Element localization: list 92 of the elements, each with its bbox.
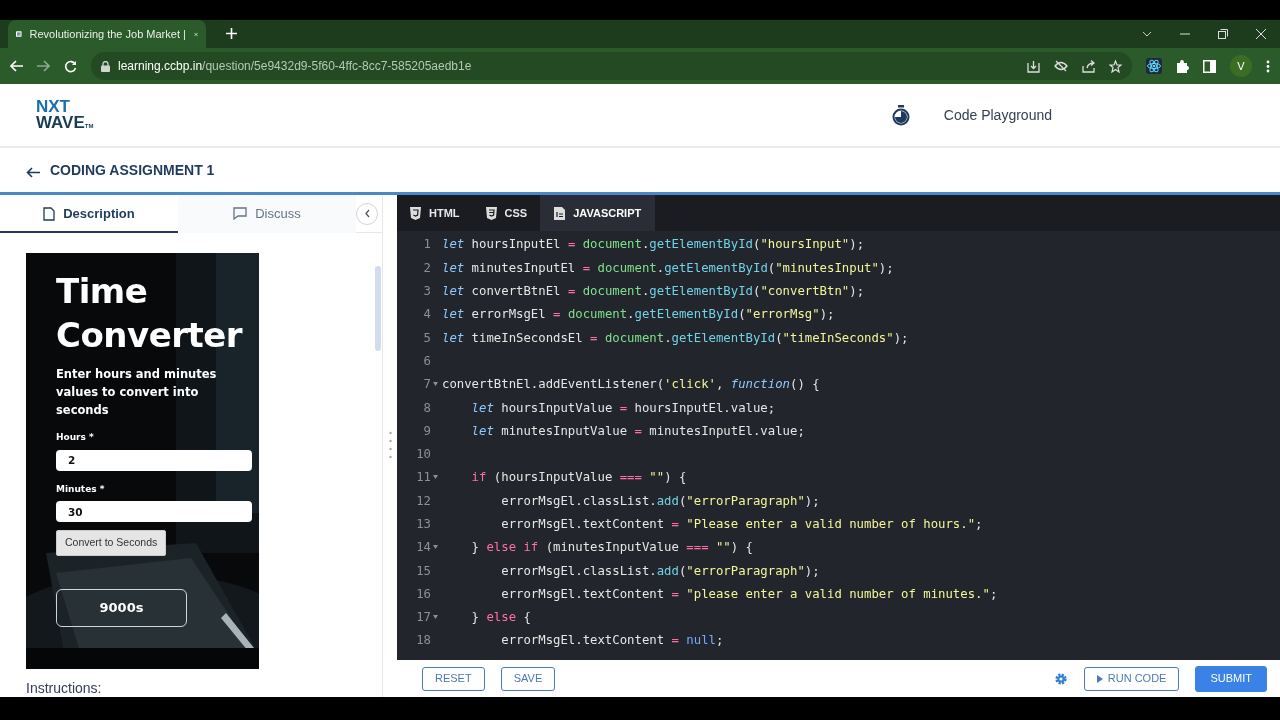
code-line: } else if (minutesInputValue === "") {	[470, 539, 753, 557]
line-number: 18	[415, 632, 431, 650]
install-icon[interactable]	[1027, 59, 1040, 73]
star-icon[interactable]	[1109, 59, 1122, 73]
shield-icon	[485, 206, 497, 220]
code-line: if (hoursInputValue === "") {	[470, 469, 687, 487]
code-playground-label[interactable]: Code Playground	[943, 104, 1052, 126]
line-number: 2	[422, 259, 431, 277]
line-number: 10	[415, 446, 431, 464]
fold-icon[interactable]	[433, 382, 438, 387]
code-line: let timeInSecondsEl = document.getElementById("timeInSeconds");	[442, 329, 909, 347]
browser-tab[interactable]: Revolutionizing the Job Market |	[8, 20, 206, 48]
input-field[interactable]: 30	[56, 501, 252, 522]
dropdown-icon[interactable]	[1142, 31, 1152, 37]
action-button[interactable]: RESET	[422, 666, 485, 691]
editor-tab[interactable]: CSS	[472, 195, 541, 231]
stopwatch-icon[interactable]	[891, 104, 910, 126]
fold-icon[interactable]	[433, 475, 438, 480]
scrollbar-thumb[interactable]	[375, 266, 381, 351]
code-line: let hoursInputEl = document.getElementById("hoursInput");	[442, 236, 865, 254]
back-icon[interactable]	[10, 60, 23, 72]
code-line: errorMsgEl.textContent = "please enter a valid number of minutes.";	[500, 585, 998, 603]
field-label: Minutes *	[56, 482, 106, 496]
instructions-heading: Instructions:	[26, 679, 103, 697]
fold-icon[interactable]	[433, 545, 438, 550]
code-line: errorMsgEl.textContent = null;	[500, 632, 724, 650]
line-number: 5	[422, 329, 431, 347]
collapse-button[interactable]	[356, 202, 378, 225]
line-number: 8	[422, 399, 431, 417]
run-code-button[interactable]: RUN CODE	[1083, 666, 1180, 691]
convert-button[interactable]: Convert to Seconds	[56, 530, 167, 556]
code-line: let errorMsgEl = document.getElementById("errorMsg");	[442, 306, 835, 324]
chevron-icon	[363, 209, 371, 218]
line-number: 11	[415, 469, 431, 487]
code-line: let minutesInputValue = minutesInputEl.value;	[470, 422, 805, 440]
more-icon[interactable]	[1266, 59, 1270, 73]
settings-icon[interactable]	[1053, 671, 1068, 686]
line-number: 16	[415, 585, 431, 603]
line-number: 9	[422, 422, 431, 440]
action-button[interactable]: SAVE	[500, 666, 556, 691]
assignment-title: CODING ASSIGNMENT 1	[50, 160, 215, 180]
fold-icon[interactable]	[433, 615, 438, 620]
tab-title: Revolutionizing the Job Market |	[29, 26, 186, 42]
shield-icon	[410, 206, 421, 220]
line-number: 4	[422, 306, 431, 324]
reload-icon[interactable]	[64, 59, 77, 73]
submit-button[interactable]: SUBMIT	[1195, 665, 1267, 692]
field-label: Hours *	[56, 431, 95, 444]
code-line: let convertBtnEl = document.getElementById("convertBtn");	[442, 283, 865, 300]
editor-tab[interactable]: JAVASCRIPT	[540, 195, 656, 231]
code-line: } else {	[470, 609, 531, 627]
address-bar[interactable]: learning.ccbp.in/question/5e9432d9-5f60-4ffc-8cc7-585205aedb1e	[91, 52, 1132, 80]
line-number: 17	[415, 609, 431, 627]
line-number: 15	[415, 562, 431, 580]
code-line: errorMsgEl.classList.add("errorParagraph");	[500, 562, 820, 580]
panel-tab[interactable]: Discuss	[178, 194, 356, 233]
maximize-icon[interactable]	[1218, 29, 1228, 39]
puzzle-icon[interactable]	[1176, 59, 1189, 73]
line-number: 13	[415, 516, 431, 533]
url-path: /question/5e9432d9-5f60-4ffc-8cc7-585205aedb1e	[202, 59, 472, 73]
app-heading: Time Converter	[56, 270, 244, 357]
atom-icon[interactable]	[1146, 58, 1162, 74]
line-number: 6	[422, 352, 431, 370]
editor-tab[interactable]: HTML	[397, 195, 473, 231]
line-number: 14	[415, 539, 431, 557]
code-line: errorMsgEl.classList.add("errorParagraph");	[500, 492, 820, 510]
code-line: let hoursInputValue = hoursInputEl.value;	[470, 399, 776, 417]
input-field[interactable]: 2	[56, 449, 252, 471]
line-number: 12	[415, 492, 431, 510]
play-icon	[1096, 674, 1103, 683]
chat-icon	[233, 207, 248, 220]
profile-avatar[interactable]: V	[1230, 55, 1252, 77]
line-number: 3	[422, 283, 431, 300]
code-line: let minutesInputEl = document.getElementById("minutesInput");	[442, 259, 894, 277]
forward-icon[interactable]	[37, 60, 50, 72]
file-icon	[554, 206, 566, 220]
favicon-icon	[16, 28, 22, 40]
share-icon[interactable]	[1082, 59, 1095, 73]
code-line: errorMsgEl.textContent = "Please enter a valid number of hours.";	[500, 516, 983, 533]
lock-icon	[101, 60, 110, 72]
new-tab-icon[interactable]	[226, 28, 237, 39]
app-description: Enter hours and minutes values to convert into seconds	[56, 366, 218, 419]
eye-off-icon[interactable]	[1054, 60, 1068, 72]
back-arrow-icon[interactable]	[26, 166, 40, 178]
url-host: learning.ccbp.in	[118, 59, 203, 73]
result-display: 9000s	[56, 588, 187, 627]
close-icon[interactable]	[1256, 29, 1266, 39]
line-number: 1	[422, 236, 431, 254]
code-line: convertBtnEl.addEventListener('click', function() {	[442, 376, 820, 394]
line-number: 7	[422, 376, 431, 394]
side-panel-icon[interactable]	[1203, 59, 1216, 73]
document-icon	[43, 206, 56, 221]
